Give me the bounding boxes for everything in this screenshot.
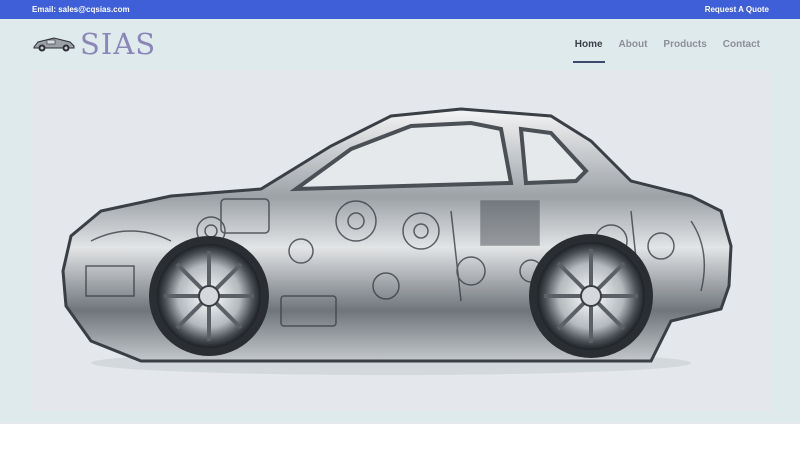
logo-text: SIAS <box>80 26 157 61</box>
site-header: SIAS Home About Products Contact <box>0 19 800 71</box>
contact-email[interactable]: Email: sales@cqsias.com <box>32 5 130 14</box>
car-logo-icon <box>33 37 75 52</box>
hero-car-image <box>61 107 733 375</box>
nav-contact[interactable]: Contact <box>723 39 760 50</box>
main-nav: Home About Products Contact <box>559 39 760 63</box>
rear-wheel <box>529 234 653 358</box>
content-start <box>0 423 800 450</box>
nav-home[interactable]: Home <box>572 39 605 63</box>
request-quote-link[interactable]: Request A Quote <box>705 5 769 14</box>
hero-section <box>0 71 800 423</box>
nav-products[interactable]: Products <box>663 39 706 50</box>
front-wheel <box>149 236 269 356</box>
nav-about[interactable]: About <box>619 39 648 50</box>
top-bar: Email: sales@cqsias.com Request A Quote <box>0 0 800 19</box>
site-logo[interactable]: SIAS <box>32 27 156 61</box>
